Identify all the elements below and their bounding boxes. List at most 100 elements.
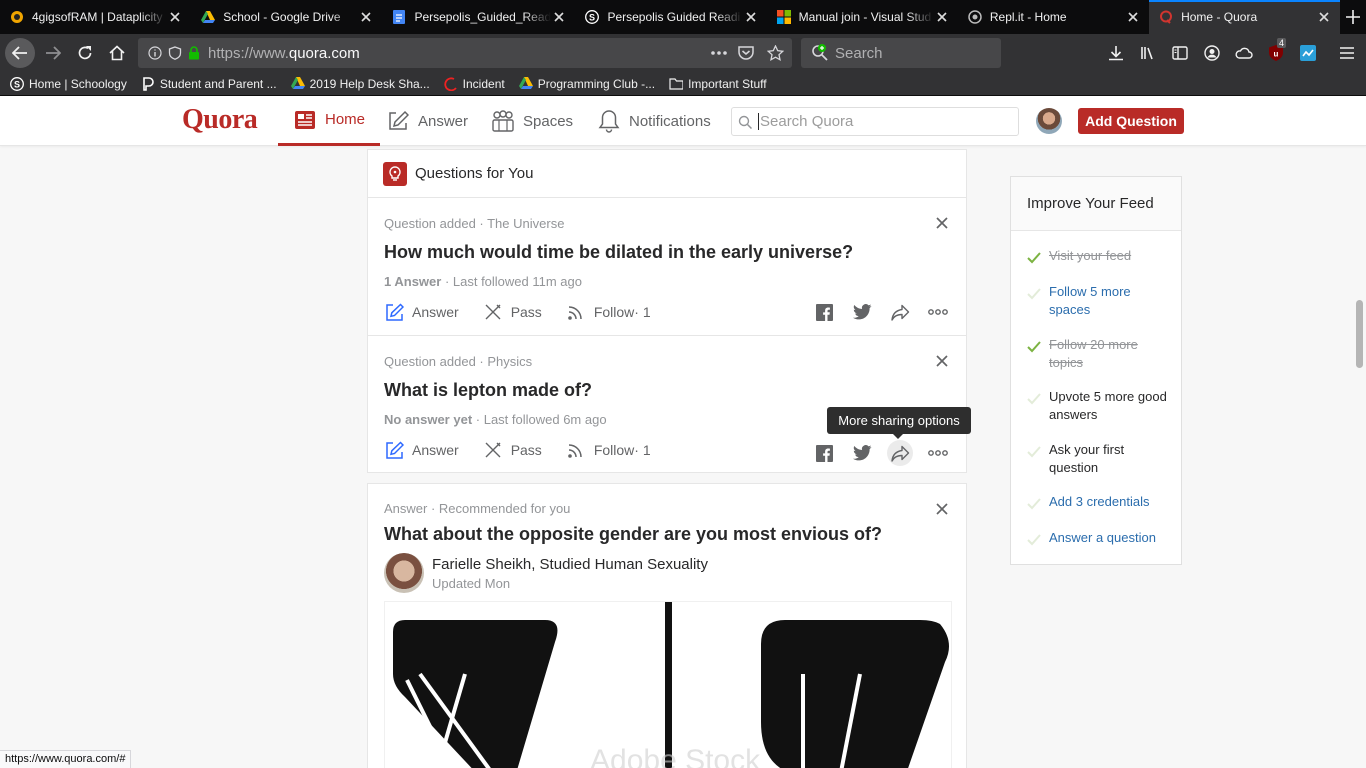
avatar[interactable] — [1036, 108, 1062, 134]
add-question-button[interactable]: Add Question — [1078, 108, 1184, 134]
author-avatar[interactable] — [384, 553, 424, 593]
quora-logo[interactable]: Quora — [182, 104, 258, 136]
forward-button[interactable] — [38, 38, 68, 68]
nav-spaces[interactable]: Spaces — [491, 96, 573, 146]
pocket-icon[interactable] — [738, 45, 754, 60]
answer-updated[interactable]: Updated Mon — [432, 576, 510, 591]
follow-button[interactable]: Follow · 1 — [566, 440, 651, 460]
tab-google-drive[interactable]: School - Google Drive — [191, 0, 382, 34]
back-button[interactable] — [5, 38, 35, 68]
incident-icon — [444, 77, 458, 91]
nav-answer[interactable]: Answer — [386, 96, 468, 146]
close-tab-icon[interactable] — [551, 9, 567, 25]
close-tab-icon[interactable] — [167, 9, 183, 25]
dismiss-button[interactable] — [934, 353, 950, 369]
bookmark-programming-club[interactable]: Programming Club -... — [518, 77, 655, 91]
more-options-icon[interactable] — [928, 443, 948, 463]
pencil-square-icon — [384, 302, 404, 322]
answer-button[interactable]: Answer — [384, 440, 459, 460]
microsoft-icon — [776, 10, 791, 24]
question-actions: Answer Pass Follow · 1 — [384, 302, 675, 322]
improve-feed-title: Improve Your Feed — [1011, 177, 1181, 231]
check-icon — [1027, 534, 1041, 546]
home-button[interactable] — [102, 38, 132, 68]
google-drive-icon — [290, 77, 305, 91]
account-icon — [1204, 45, 1220, 61]
close-tab-icon[interactable] — [1316, 9, 1332, 25]
pass-button[interactable]: Pass — [483, 302, 542, 322]
sidebar-button[interactable] — [1165, 38, 1195, 68]
extension-blue-button[interactable] — [1293, 38, 1323, 68]
task-answer-question[interactable]: Answer a question — [1049, 529, 1173, 547]
bookmark-important-stuff[interactable]: Important Stuff — [669, 77, 767, 91]
lock-icon[interactable] — [188, 46, 200, 60]
author-credential[interactable]: Farielle Sheikh, Studied Human Sexuality — [432, 556, 708, 573]
answer-label: Answer — [412, 304, 459, 320]
bookmarks-toolbar: S Home | Schoology Student and Parent ...… — [0, 72, 1366, 96]
bell-icon — [597, 109, 621, 133]
check-icon — [1027, 498, 1041, 510]
bookmark-label: Student and Parent ... — [159, 76, 277, 91]
reload-button[interactable] — [70, 38, 100, 68]
tab-schoology[interactable]: S Persepolis Guided Readi — [575, 0, 766, 34]
share-arrow-icon[interactable] — [890, 302, 910, 322]
close-tab-icon[interactable] — [358, 9, 374, 25]
tab-title: Persepolis Guided Readi — [607, 10, 741, 24]
close-tab-icon[interactable] — [1125, 9, 1141, 25]
dismiss-button[interactable] — [934, 215, 950, 231]
close-tab-icon[interactable] — [743, 9, 759, 25]
bookmark-label: 2019 Help Desk Sha... — [309, 76, 430, 91]
tab-quora[interactable]: Home - Quora — [1149, 0, 1341, 34]
twitter-icon[interactable] — [852, 443, 872, 463]
bookmark-star-icon[interactable] — [767, 45, 784, 61]
tab-visual-studio[interactable]: Manual join - Visual Stud — [767, 0, 958, 34]
tab-dataplicity[interactable]: 4gigsofRAM | Dataplicity — [0, 0, 191, 34]
question-title[interactable]: What is lepton made of? — [384, 380, 592, 401]
dismiss-button[interactable] — [934, 501, 950, 517]
pencil-square-icon — [386, 109, 410, 133]
nav-home[interactable]: Home — [278, 96, 381, 146]
browser-search-bar[interactable]: Search — [801, 38, 1001, 68]
ublock-button[interactable]: u 4 — [1261, 38, 1291, 68]
tab-title: Repl.it - Home — [989, 10, 1067, 24]
nav-notifications[interactable]: Notifications — [597, 96, 711, 146]
tracking-shield-icon[interactable] — [168, 46, 182, 60]
page-actions-icon[interactable] — [710, 50, 728, 56]
quora-search-input[interactable]: Search Quora — [731, 107, 1019, 136]
tab-replit[interactable]: Repl.it - Home — [958, 0, 1149, 34]
new-tab-button[interactable] — [1340, 0, 1366, 34]
bookmark-schoology[interactable]: S Home | Schoology — [10, 77, 127, 91]
task-follow-spaces[interactable]: Follow 5 more spaces — [1049, 283, 1173, 319]
svg-text:S: S — [14, 79, 20, 89]
answer-button[interactable]: Answer — [384, 302, 459, 322]
menu-button[interactable] — [1332, 38, 1362, 68]
more-options-icon[interactable] — [928, 302, 948, 322]
task-add-credentials[interactable]: Add 3 credentials — [1049, 493, 1173, 511]
pass-button[interactable]: Pass — [483, 440, 542, 460]
downloads-button[interactable] — [1101, 38, 1131, 68]
url-bar[interactable]: https://www.quora.com — [138, 38, 792, 68]
tab-google-docs[interactable]: Persepolis_Guided_Readi — [382, 0, 575, 34]
answer-image[interactable]: Adobe Stock — [384, 601, 952, 768]
bookmark-help-desk[interactable]: 2019 Help Desk Sha... — [290, 76, 430, 91]
facebook-icon[interactable] — [814, 302, 834, 322]
page-scrollbar[interactable] — [1356, 300, 1363, 368]
answer-count[interactable]: 1 Answer — [384, 274, 441, 289]
close-tab-icon[interactable] — [934, 9, 950, 25]
twitter-icon[interactable] — [852, 302, 872, 322]
extension-button[interactable] — [1229, 38, 1259, 68]
follow-button[interactable]: Follow · 1 — [566, 302, 651, 322]
share-arrow-icon[interactable] — [887, 440, 913, 466]
question-title[interactable]: How much would time be dilated in the ea… — [384, 242, 853, 263]
improve-feed-panel: Improve Your Feed Visit your feed Follow… — [1010, 176, 1182, 565]
question-item: Question added · Physics What is lepton … — [368, 336, 966, 474]
library-button[interactable] — [1133, 38, 1163, 68]
answer-question-title[interactable]: What about the opposite gender are you m… — [384, 524, 882, 545]
bookmark-student-parent[interactable]: Student and Parent ... — [141, 77, 277, 91]
account-button[interactable] — [1197, 38, 1227, 68]
bookmark-incident[interactable]: Incident — [444, 77, 505, 91]
last-followed: · Last followed 6m ago — [472, 412, 607, 427]
facebook-icon[interactable] — [814, 443, 834, 463]
info-icon[interactable] — [148, 46, 162, 60]
watermark-text: Adobe Stock — [590, 744, 761, 768]
